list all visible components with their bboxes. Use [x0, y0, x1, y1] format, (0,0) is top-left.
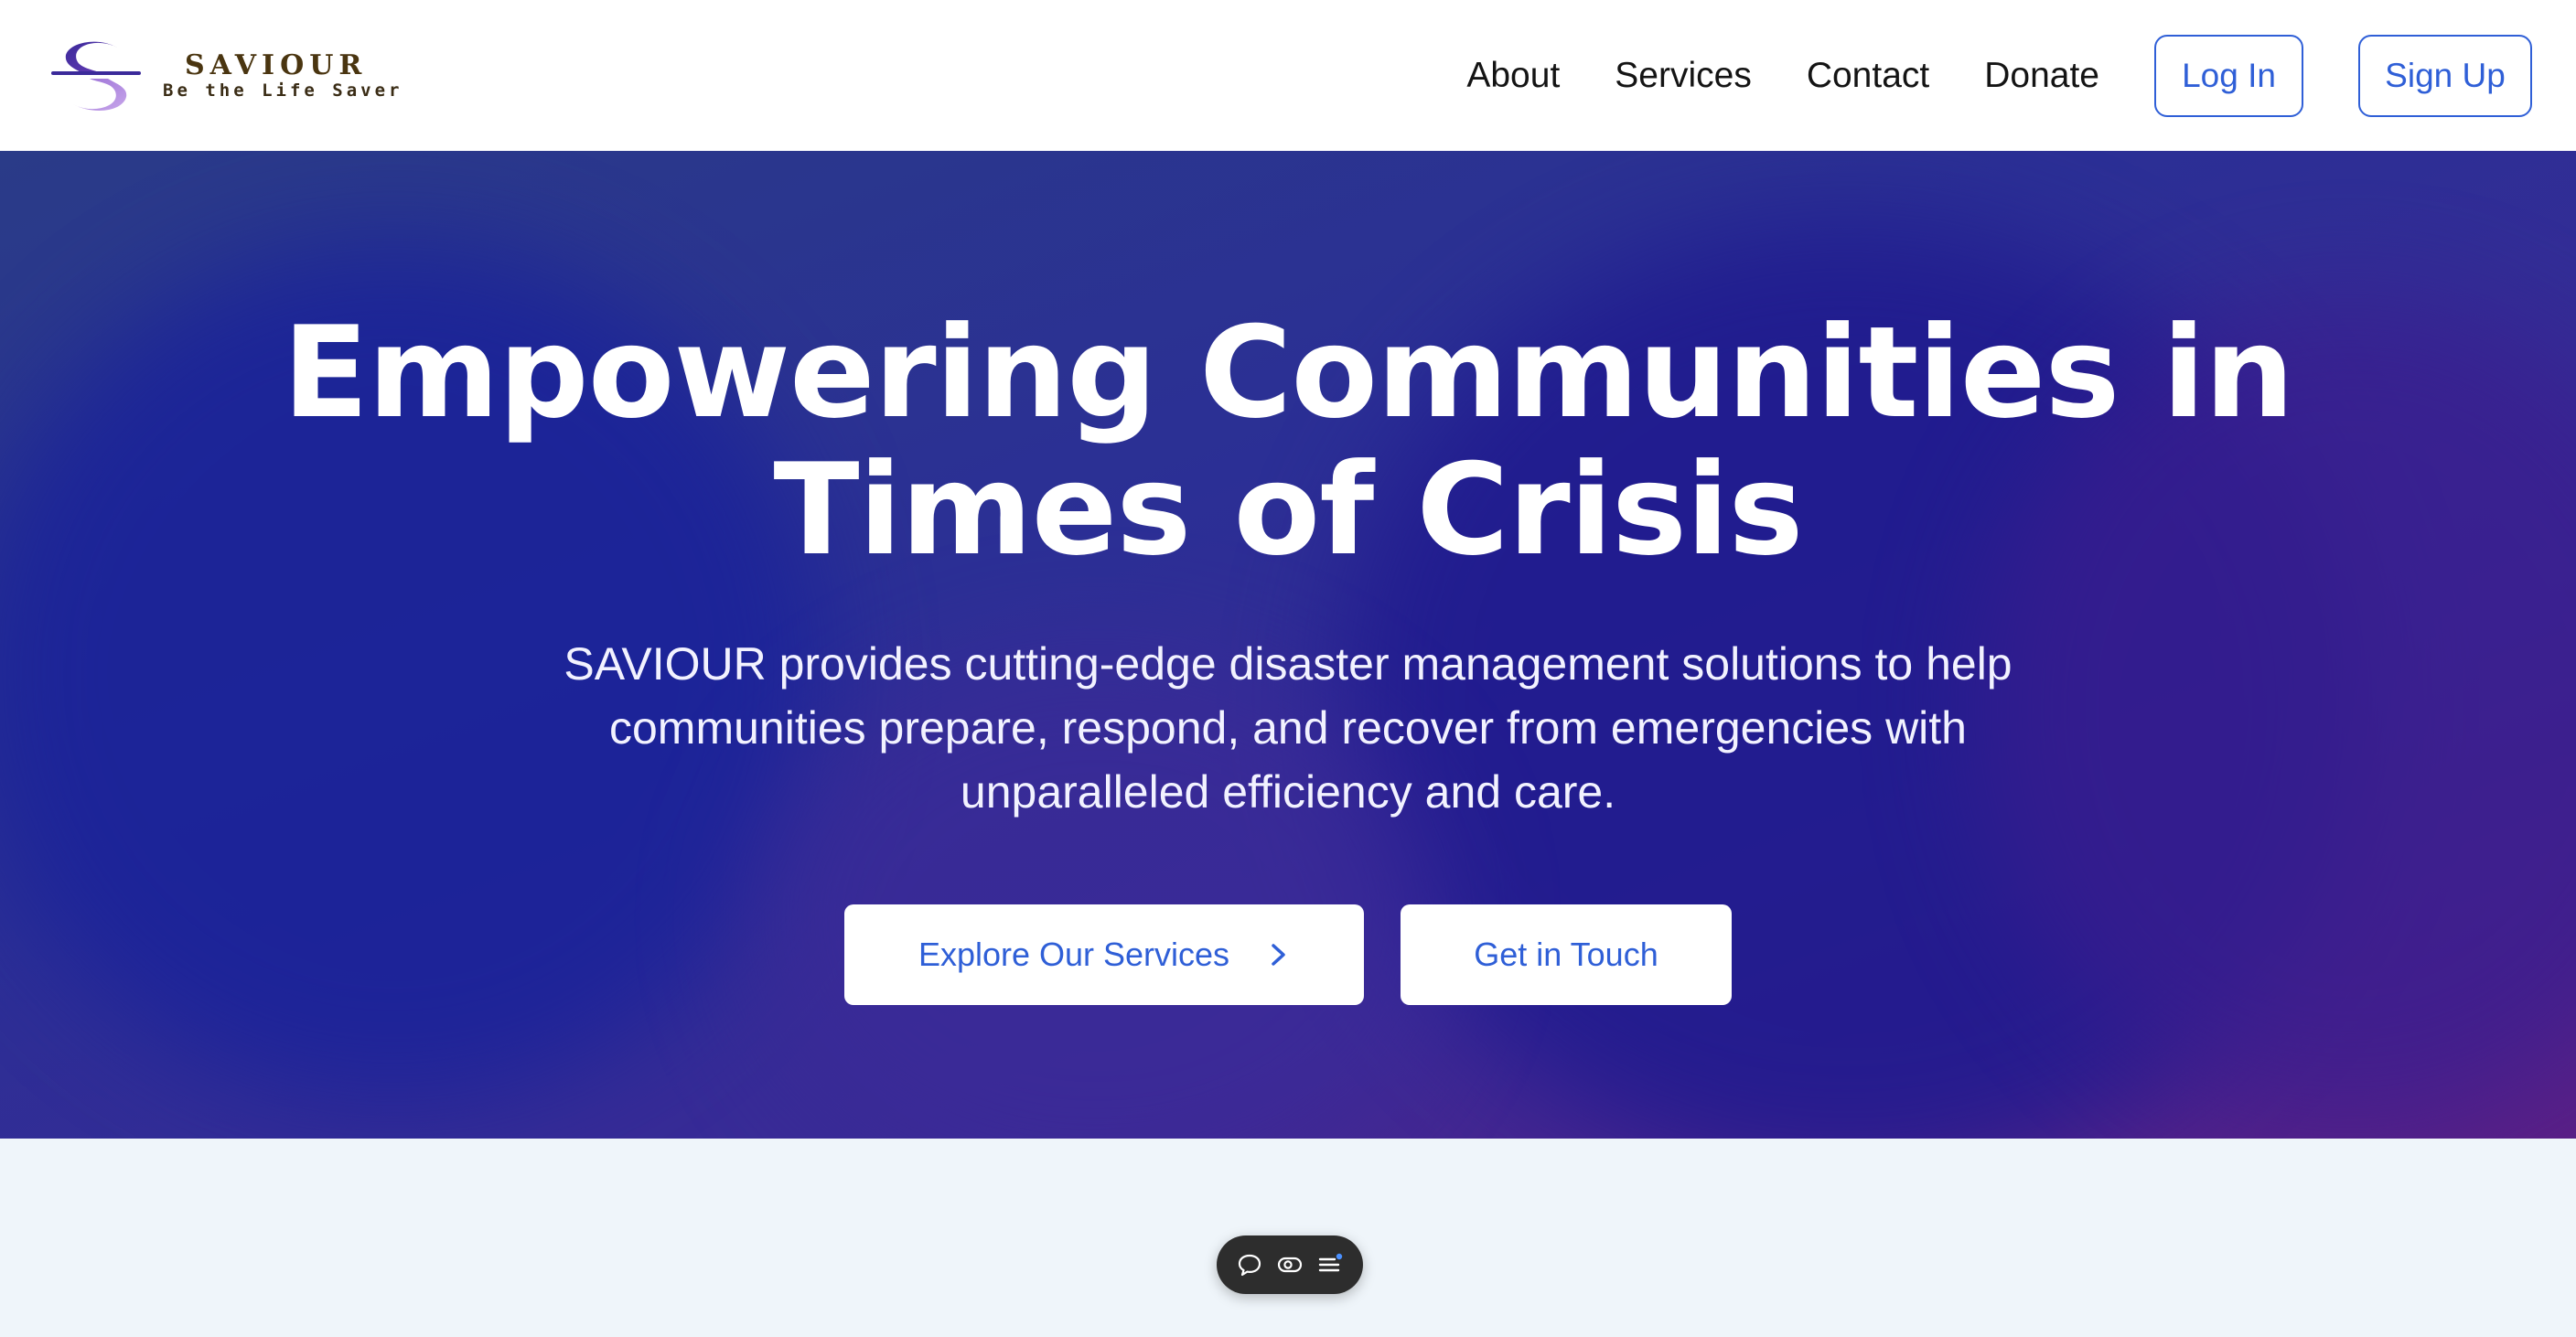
chevron-right-icon [1272, 944, 1285, 966]
brand[interactable]: SAVIOUR Be the Life Saver [49, 38, 402, 113]
nav-link-about[interactable]: About [1466, 56, 1560, 96]
signup-button[interactable]: Sign Up [2358, 34, 2532, 117]
nav-link-donate[interactable]: Donate [1984, 56, 2099, 96]
brand-name: SAVIOUR [185, 48, 368, 81]
brand-text: SAVIOUR Be the Life Saver [163, 50, 402, 102]
site-header: SAVIOUR Be the Life Saver About Services… [0, 0, 2576, 151]
nav-link-contact[interactable]: Contact [1807, 56, 1929, 96]
chat-bubble-icon[interactable] [1236, 1251, 1263, 1278]
brand-tagline: Be the Life Saver [163, 80, 403, 101]
hero-section: Empowering Communities in Times of Crisi… [0, 151, 2576, 1139]
hero-title: Empowering Communities in Times of Crisi… [282, 299, 2294, 583]
explore-services-button[interactable]: Explore Our Services [844, 904, 1364, 1005]
hero-actions: Explore Our Services Get in Touch [844, 904, 1732, 1005]
login-button[interactable]: Log In [2154, 34, 2303, 117]
nav-link-services[interactable]: Services [1615, 56, 1752, 96]
floating-toolbar [1217, 1235, 1363, 1294]
menu-list-icon[interactable] [1316, 1251, 1344, 1278]
toggle-icon[interactable] [1276, 1251, 1304, 1278]
main-nav: About Services Contact Donate Log In Sig… [1466, 34, 2532, 117]
explore-services-label: Explore Our Services [918, 936, 1230, 973]
saviour-s-logo-icon [51, 41, 141, 111]
get-in-touch-button[interactable]: Get in Touch [1401, 904, 1732, 1005]
hero-subtitle: SAVIOUR provides cutting-edge disaster m… [564, 638, 2012, 818]
hero-content: Empowering Communities in Times of Crisi… [0, 151, 2576, 1005]
